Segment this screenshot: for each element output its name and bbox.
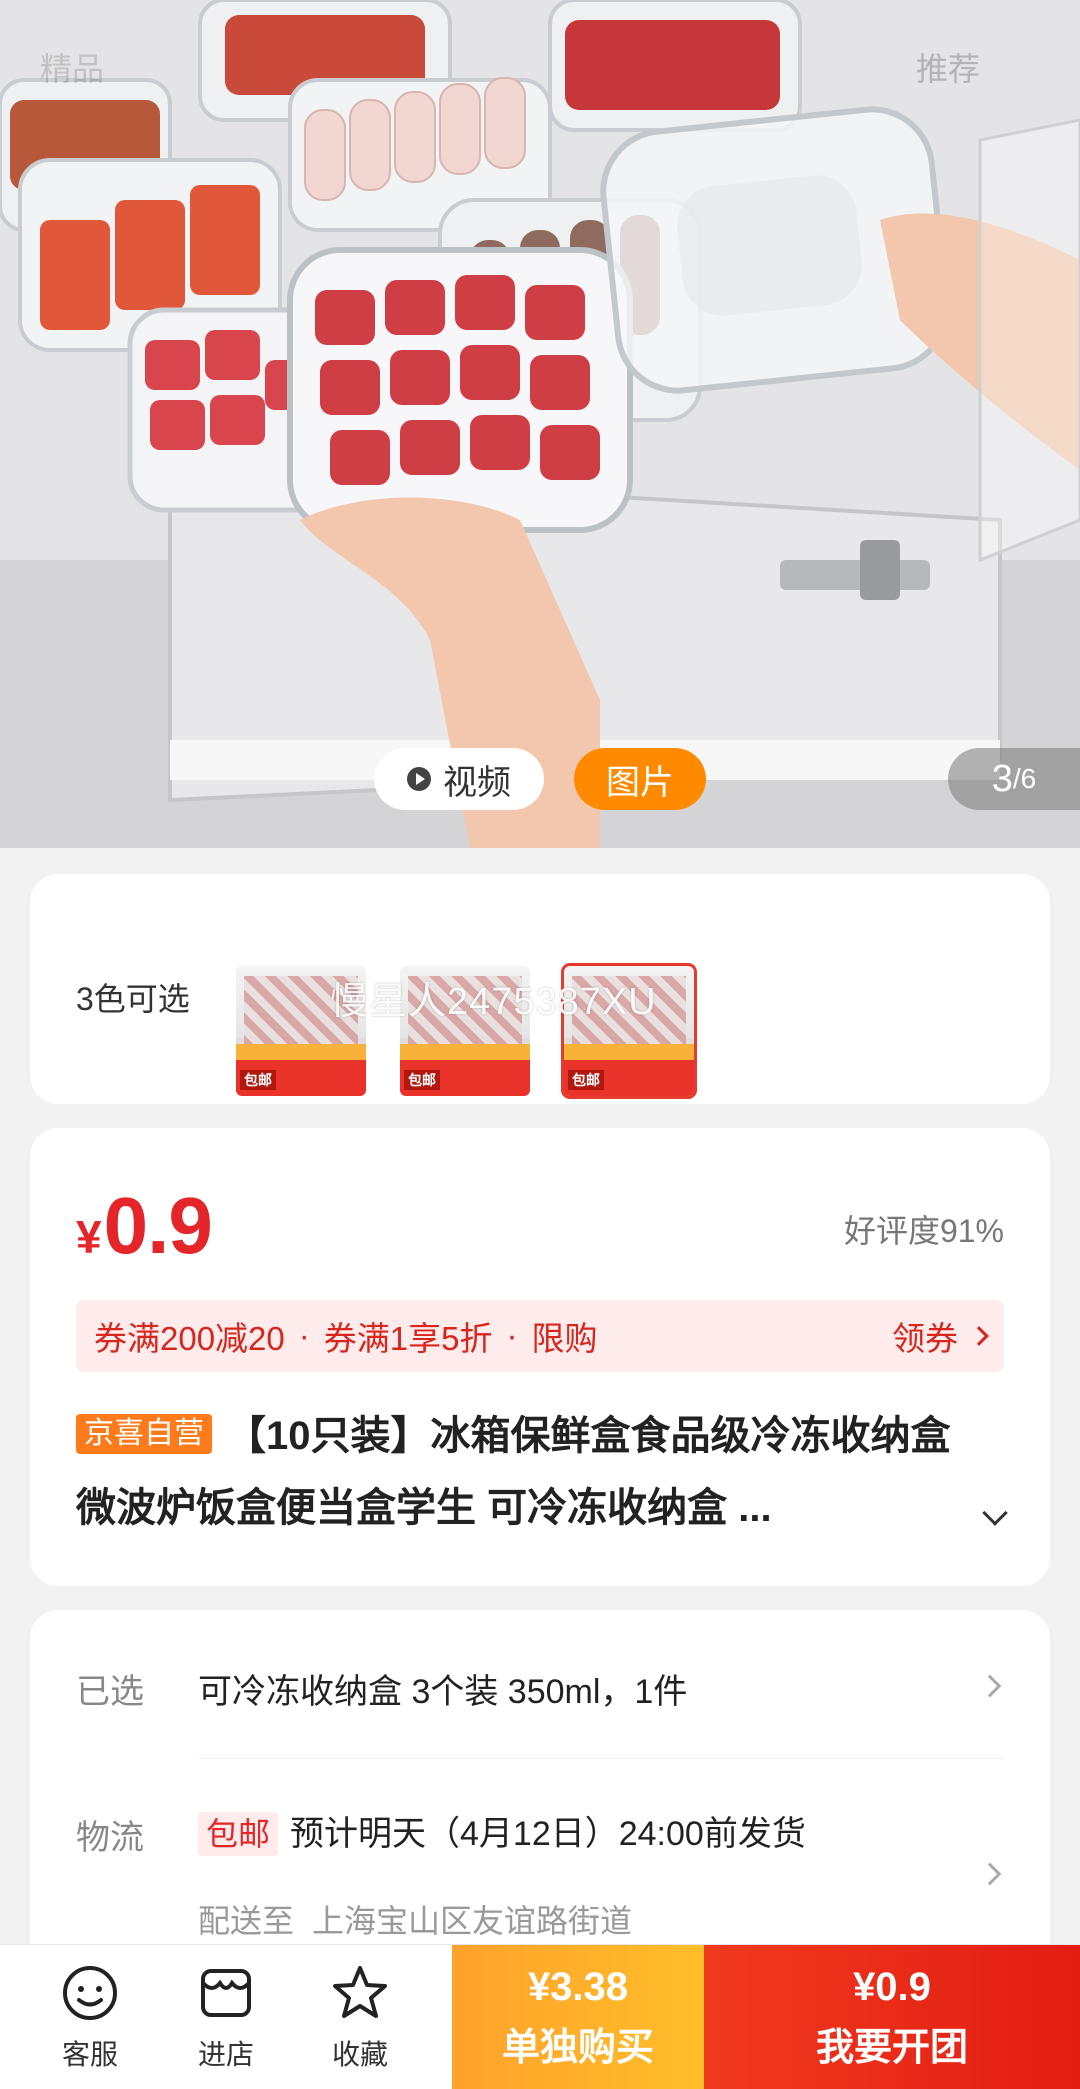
coupon-separator: ·	[298, 1317, 310, 1354]
color-thumb-1[interactable]: 包邮	[236, 966, 366, 1096]
group-label: 我要开团	[815, 2026, 968, 2069]
customer-service-label: 客服	[61, 2039, 118, 2070]
store-icon	[201, 1969, 251, 2017]
coupon-item-1: 券满200减20	[94, 1320, 285, 1357]
page-current: 3	[991, 757, 1013, 800]
coupon-separator: ·	[506, 1317, 518, 1354]
buy-alone-button[interactable]: ¥3.38 单独购买	[452, 1945, 704, 2089]
video-button[interactable]: 视频	[374, 748, 544, 810]
customer-service-button[interactable]: 客服	[40, 1963, 140, 2073]
thumb-badge: 包邮	[568, 1070, 604, 1090]
color-count-label: 3色可选	[76, 981, 190, 1017]
rating-text[interactable]: 好评度91%	[844, 1206, 1004, 1252]
favorite-label: 收藏	[331, 2039, 388, 2070]
chevron-right-icon	[969, 1326, 989, 1346]
video-label: 视频	[443, 763, 511, 802]
chevron-down-icon[interactable]	[982, 1500, 1008, 1526]
free-shipping-badge: 包邮	[198, 1812, 279, 1856]
store-button[interactable]: 进店	[176, 1963, 276, 2073]
product-title: 京喜自营 【10只装】冰箱保鲜盒食品级冷冻收纳盒微波炉饭盒便当盒学生 可冷冻收纳盒…	[76, 1400, 956, 1544]
price: ¥ 0.9	[76, 1180, 213, 1272]
coupon-bar[interactable]: 券满200减20 · 券满1享5折 · 限购 领券	[76, 1300, 1004, 1372]
store-label: 进店	[197, 2039, 254, 2070]
chevron-right-icon[interactable]	[978, 1674, 1002, 1698]
play-icon	[407, 767, 431, 791]
bottom-action-bar: 客服 进店 收藏 ¥3.38 单独购买 ¥0.9 我要开团	[0, 1944, 1080, 2089]
selected-spec-value[interactable]: 可冷冻收纳盒 3个装 350ml，1件	[198, 1664, 687, 1713]
image-page-counter: 3/6	[948, 748, 1080, 810]
shipping-label: 物流	[76, 1819, 144, 1857]
price-value: 0.9	[103, 1181, 213, 1270]
currency-symbol: ¥	[76, 1211, 102, 1263]
image-label: 图片	[606, 763, 674, 802]
self-operated-tag: 京喜自营	[76, 1414, 212, 1454]
thumb-badge: 包邮	[240, 1070, 276, 1090]
hero-tab-left[interactable]: 精品	[40, 44, 104, 90]
shipping-info[interactable]: 包邮 预计明天（4月12日）24:00前发货	[198, 1806, 806, 1856]
coupon-item-3: 限购	[531, 1320, 598, 1357]
price-card: ¥ 0.9 好评度91% 券满200减20 · 券满1享5折 · 限购 领券 京…	[30, 1128, 1050, 1586]
color-thumb-3-selected[interactable]: 包邮	[561, 963, 697, 1099]
image-button[interactable]: 图片	[574, 748, 706, 810]
shipping-eta: 预计明天（4月12日）24:00前发货	[290, 1815, 806, 1853]
solo-price: ¥3.38	[527, 1964, 629, 2009]
divider	[198, 1758, 1004, 1759]
solo-label: 单独购买	[501, 2026, 654, 2069]
favorite-button[interactable]: 收藏	[310, 1963, 410, 2073]
product-photo	[0, 0, 1080, 848]
customer-service-icon	[63, 1966, 117, 2020]
color-options-card: 3色可选 包邮 包邮 包邮 慢星人2475387XU	[30, 874, 1050, 1104]
page-total: /6	[1012, 763, 1037, 794]
chevron-right-icon[interactable]	[978, 1862, 1002, 1886]
deliver-to-label: 配送至	[198, 1903, 295, 1939]
hero-tab-recommend[interactable]: 推荐	[916, 44, 980, 90]
coupon-item-2: 券满1享5折	[323, 1320, 493, 1357]
start-group-button[interactable]: ¥0.9 我要开团	[704, 1945, 1080, 2089]
deliver-to[interactable]: 配送至 上海宝山区友谊路街道	[198, 1896, 632, 1942]
product-image-carousel[interactable]: 精品 推荐 视频 图片 3/6	[0, 0, 1080, 848]
claim-coupon-label: 领券	[892, 1320, 958, 1357]
claim-coupon-button[interactable]: 领券	[892, 1312, 989, 1360]
deliver-to-address: 上海宝山区友谊路街道	[312, 1903, 633, 1939]
star-icon	[333, 1966, 387, 2018]
group-price: ¥0.9	[853, 1964, 931, 2009]
selected-label: 已选	[76, 1673, 144, 1711]
color-thumb-2[interactable]: 包邮	[400, 966, 530, 1096]
thumb-badge: 包邮	[404, 1070, 440, 1090]
